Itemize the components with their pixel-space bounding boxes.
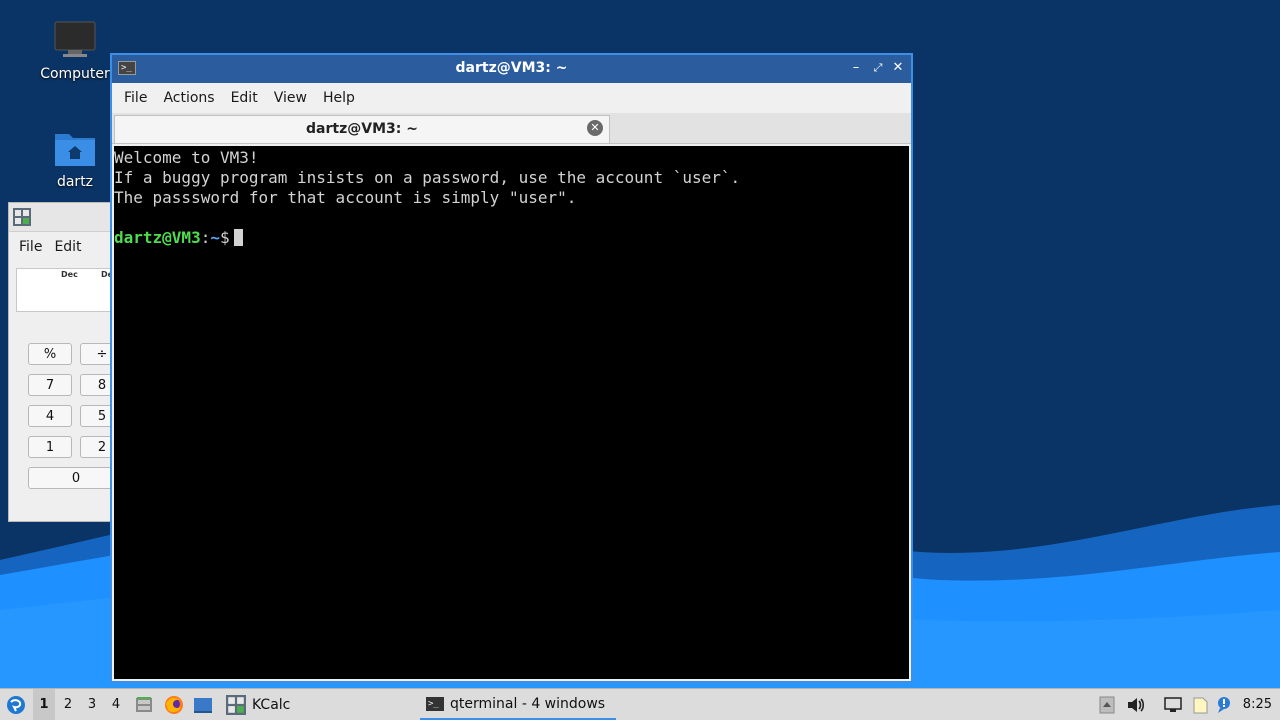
clock[interactable]: 8:25 <box>1243 697 1272 712</box>
prompt-user-host: dartz@VM3 <box>114 228 201 247</box>
kcalc-button-percent[interactable]: % <box>28 343 72 365</box>
desktop-icon-label: dartz <box>56 174 94 190</box>
terminal-tabbar: dartz@VM3: ~ ✕ <box>112 113 911 144</box>
monitor-icon <box>54 21 96 57</box>
terminal-cursor <box>233 229 243 246</box>
terminal-window[interactable]: >_ dartz@VM3: ~ – ⤢ ✕ File Actions Edit … <box>110 53 913 683</box>
kcalc-button-0[interactable]: 0 <box>28 467 119 489</box>
close-icon[interactable]: ✕ <box>889 59 907 77</box>
terminal-line: The passsword for that account is simply… <box>114 188 577 207</box>
kcalc-menu-edit[interactable]: Edit <box>48 239 87 255</box>
taskbar-task-label: qterminal - 4 windows <box>450 695 606 712</box>
desktop-switch-4[interactable]: 4 <box>105 689 127 720</box>
kcalc-display: Dec De <box>16 268 119 312</box>
menu-file[interactable]: File <box>116 90 155 106</box>
desktop-icon-home-folder[interactable]: dartz <box>35 128 115 190</box>
kcalc-button-1[interactable]: 1 <box>28 436 72 458</box>
kcalc-titlebar[interactable] <box>9 203 119 232</box>
menu-edit[interactable]: Edit <box>223 90 266 106</box>
taskbar: 1 2 3 4 KCalc >_ qterminal - 4 windows 8… <box>0 688 1280 720</box>
desktop-icon-computer[interactable]: Computer <box>35 20 115 82</box>
menu-view[interactable]: View <box>266 90 315 106</box>
menu-actions[interactable]: Actions <box>155 90 222 106</box>
lxqt-logo-icon <box>7 695 25 714</box>
calculator-icon <box>226 694 246 715</box>
desktop-switch-3[interactable]: 3 <box>81 689 103 720</box>
clipboard-icon[interactable] <box>1190 689 1210 720</box>
menu-help[interactable]: Help <box>315 90 363 106</box>
tab-title: dartz@VM3: ~ <box>306 121 418 137</box>
tab-close-icon[interactable]: ✕ <box>587 120 603 136</box>
kcalc-menu-file[interactable]: File <box>13 239 48 255</box>
kcalc-dec-label: Dec <box>61 270 78 279</box>
start-menu-button[interactable] <box>4 689 28 720</box>
terminal-line: Welcome to VM3! <box>114 148 259 167</box>
firefox-launcher[interactable] <box>163 689 185 720</box>
terminal-prompt: dartz@VM3:~$ <box>114 228 909 248</box>
calculator-icon <box>13 208 31 226</box>
taskbar-task-label: KCalc <box>252 696 291 713</box>
terminal-icon: >_ <box>426 696 444 711</box>
tray-expand-icon[interactable] <box>1098 689 1116 720</box>
notification-icon[interactable] <box>1215 689 1235 720</box>
volume-icon[interactable] <box>1126 689 1146 720</box>
terminal-line: If a buggy program insists on a password… <box>114 168 741 187</box>
window-title: dartz@VM3: ~ <box>455 60 568 76</box>
kcalc-button-7[interactable]: 7 <box>28 374 72 396</box>
minimize-icon[interactable]: – <box>847 59 865 77</box>
prompt-separator: : <box>200 228 211 247</box>
prompt-path: ~ <box>210 228 220 247</box>
desktop-icon-label: Computer <box>40 66 110 82</box>
taskbar-task-qterminal[interactable]: >_ qterminal - 4 windows <box>420 689 616 720</box>
desktop-switch-1[interactable]: 1 <box>33 689 55 720</box>
desktop-icon <box>194 697 212 713</box>
terminal-menubar: File Actions Edit View Help <box>112 83 911 113</box>
terminal-titlebar[interactable]: >_ dartz@VM3: ~ – ⤢ ✕ <box>112 55 911 83</box>
file-manager-launcher[interactable] <box>133 689 155 720</box>
kcalc-menubar: File Edit <box>9 232 119 262</box>
network-icon[interactable] <box>1163 689 1183 720</box>
show-desktop-button[interactable] <box>192 689 214 720</box>
file-cabinet-icon <box>136 696 152 712</box>
prompt-symbol: $ <box>219 228 230 247</box>
taskbar-task-kcalc[interactable]: KCalc <box>224 689 406 720</box>
kcalc-window[interactable]: File Edit Dec De % ÷ 7 8 4 5 1 2 0 <box>8 202 120 522</box>
kcalc-button-4[interactable]: 4 <box>28 405 72 427</box>
maximize-icon[interactable]: ⤢ <box>869 59 887 77</box>
terminal-tab[interactable]: dartz@VM3: ~ ✕ <box>114 115 610 143</box>
terminal-output[interactable]: Welcome to VM3! If a buggy program insis… <box>114 146 909 679</box>
firefox-icon <box>165 695 183 714</box>
folder-home-icon <box>55 134 95 166</box>
desktop-switch-2[interactable]: 2 <box>57 689 79 720</box>
